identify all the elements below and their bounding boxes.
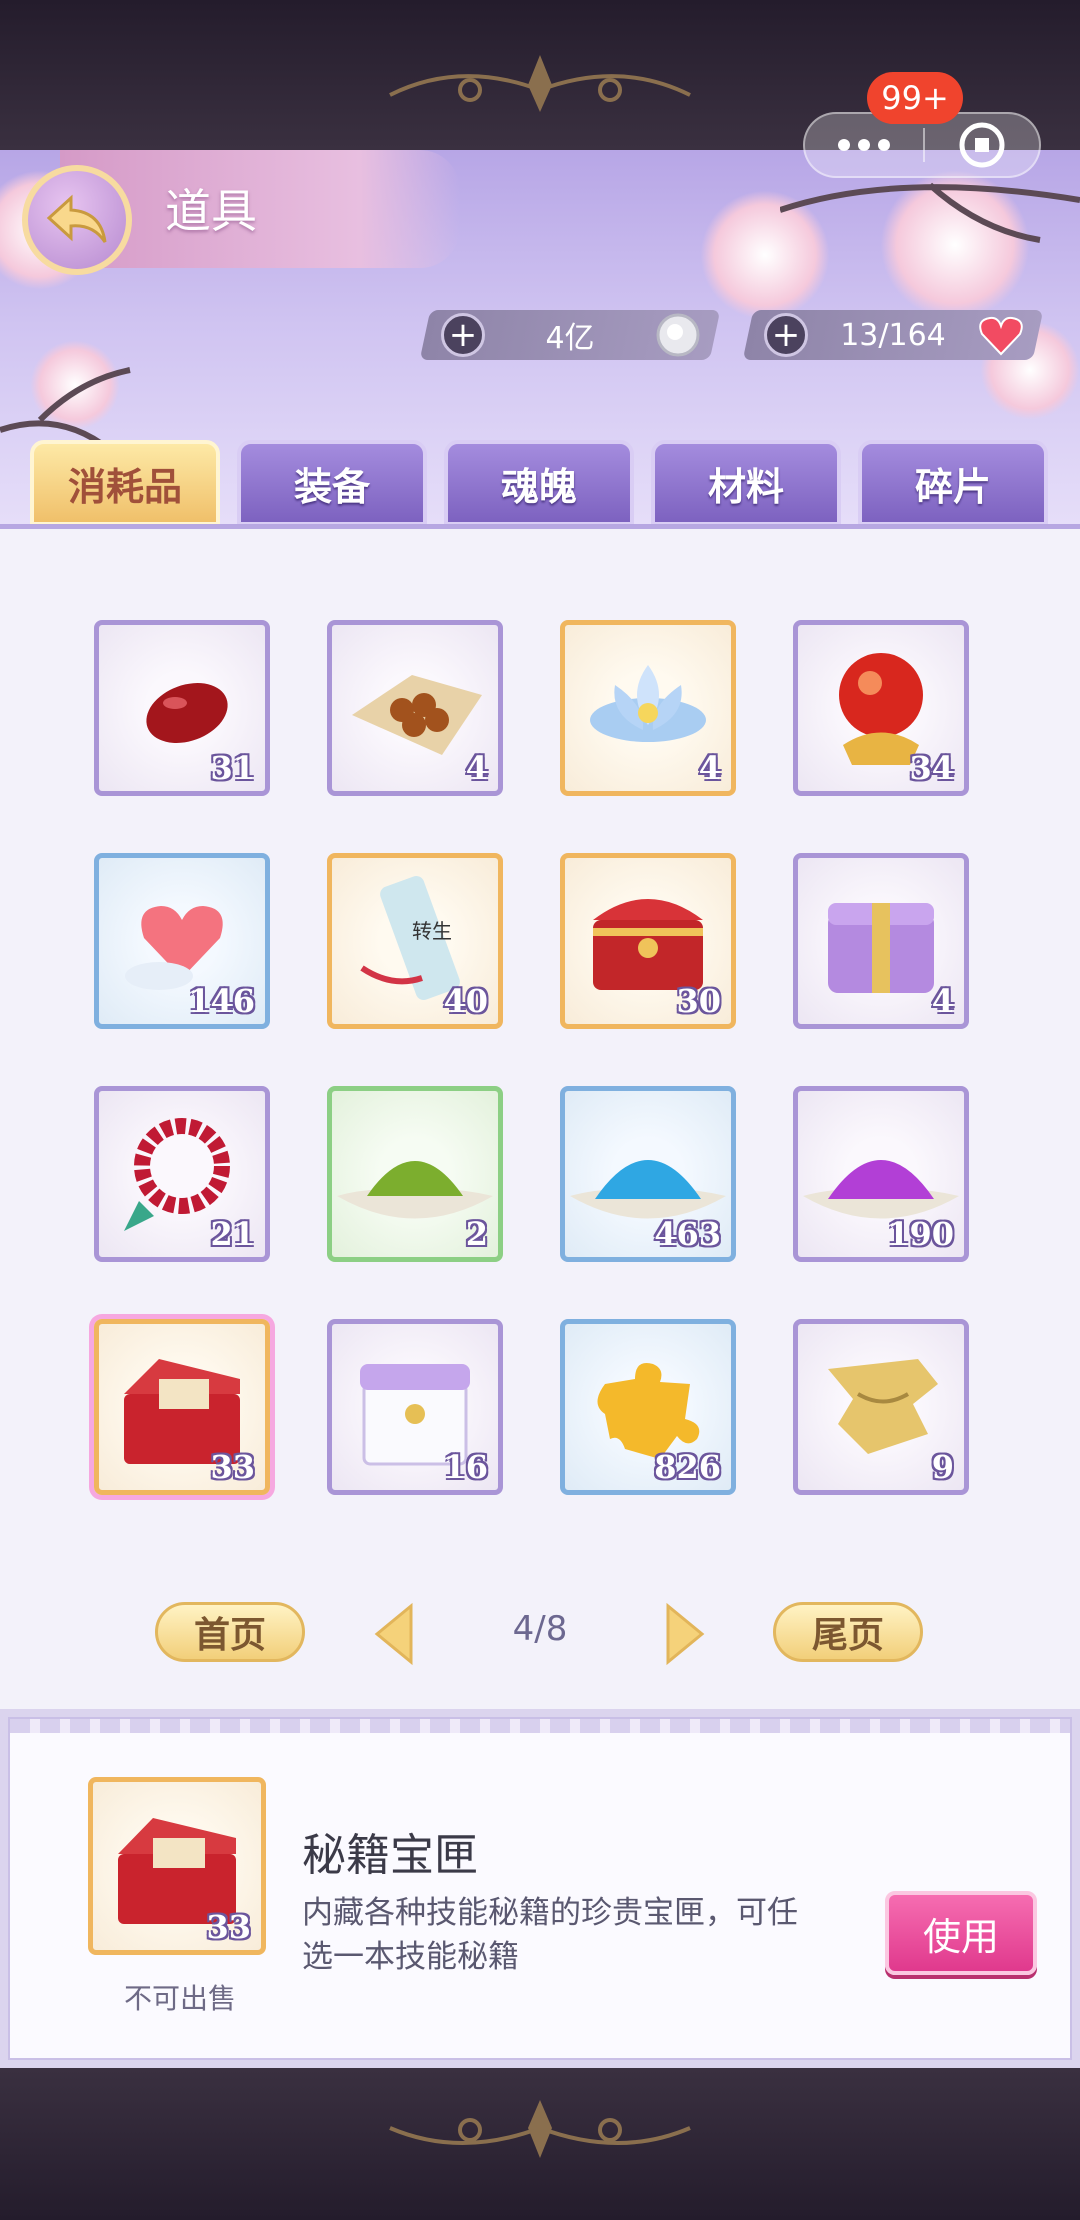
item-slot[interactable]: 31: [94, 620, 270, 796]
item-slot[interactable]: 4: [560, 620, 736, 796]
item-count: 33: [210, 1448, 255, 1486]
tab-fragments[interactable]: 碎片: [858, 440, 1048, 526]
inventory-screen: 道具 + 4亿 + 13/164 99+ 消耗品 装备 魂魄 材料 碎片 31 …: [0, 0, 1080, 2220]
item-slot-selected[interactable]: 33: [94, 1319, 270, 1495]
item-count: 40: [443, 982, 488, 1020]
silver-currency: + 4亿: [419, 310, 721, 360]
item-slot[interactable]: 转生 40: [327, 853, 503, 1029]
fret-border: [10, 1719, 1070, 1733]
tab-equipment[interactable]: 装备: [237, 440, 427, 526]
item-count: 30: [676, 982, 721, 1020]
detail-item-count: 33: [206, 1908, 251, 1946]
item-count: 34: [909, 749, 954, 787]
item-count: 146: [188, 982, 255, 1020]
tab-consumables[interactable]: 消耗品: [30, 440, 220, 526]
item-count: 21: [210, 1215, 255, 1253]
heart-icon: [979, 316, 1023, 356]
item-name: 秘籍宝匣: [302, 1830, 478, 1881]
exit-icon: [959, 122, 1005, 168]
use-button[interactable]: 使用: [885, 1891, 1037, 1975]
silver-coin-icon: [656, 313, 700, 357]
item-slot[interactable]: 190: [793, 1086, 969, 1262]
page-title: 道具: [165, 184, 257, 238]
item-slot[interactable]: 9: [793, 1319, 969, 1495]
item-slot[interactable]: 34: [793, 620, 969, 796]
first-page-button[interactable]: 首页: [155, 1602, 305, 1662]
back-arrow-icon: [46, 194, 107, 243]
tab-souls[interactable]: 魂魄: [444, 440, 634, 526]
add-silver-button[interactable]: +: [441, 313, 485, 357]
next-page-icon[interactable]: [664, 1602, 706, 1666]
item-slot[interactable]: 463: [560, 1086, 736, 1262]
item-slot[interactable]: 826: [560, 1319, 736, 1495]
item-count: 31: [210, 749, 255, 787]
sell-status: 不可出售: [123, 1982, 236, 2015]
item-slot[interactable]: 146: [94, 853, 270, 1029]
item-slot[interactable]: 21: [94, 1086, 270, 1262]
item-count: 4: [465, 749, 488, 787]
item-detail-panel: 33 不可出售 秘籍宝匣 内藏各种技能秘籍的珍贵宝匣，可任选一本技能秘籍 使用: [0, 1709, 1080, 2068]
bottom-decor-bar: [0, 2068, 1080, 2220]
item-count: 4: [698, 749, 721, 787]
item-description: 内藏各种技能秘籍的珍贵宝匣，可任选一本技能秘籍: [302, 1895, 798, 1975]
item-count: 16: [443, 1448, 488, 1486]
ornament-icon: [389, 55, 691, 112]
last-page-button[interactable]: 尾页: [773, 1602, 923, 1662]
tab-materials[interactable]: 材料: [651, 440, 841, 526]
item-count: 826: [654, 1448, 721, 1486]
item-count: 463: [654, 1215, 721, 1253]
stamina-currency: + 13/164: [742, 310, 1044, 360]
add-stamina-button[interactable]: +: [764, 313, 808, 357]
svg-text:转生: 转生: [412, 919, 452, 943]
item-count: 2: [465, 1215, 488, 1253]
item-slot[interactable]: 4: [327, 620, 503, 796]
item-slot[interactable]: 30: [560, 853, 736, 1029]
page-indicator: 4/8: [512, 1609, 568, 1649]
back-button[interactable]: [22, 165, 132, 275]
stamina-amount: 13/164: [840, 317, 946, 353]
ornament-icon: [389, 2100, 691, 2158]
silver-amount: 4亿: [545, 321, 595, 356]
detail-item-slot: 33: [88, 1777, 266, 1955]
item-slot[interactable]: 16: [327, 1319, 503, 1495]
item-count: 190: [887, 1215, 954, 1253]
item-count: 9: [931, 1448, 954, 1486]
item-slot[interactable]: 2: [327, 1086, 503, 1262]
notification-badge: 99+: [867, 72, 963, 124]
item-grid: 31 4 4 34 146 转生 40 30 4 21 2 463 190 33…: [0, 529, 1080, 1709]
prev-page-icon[interactable]: [373, 1602, 415, 1666]
item-count: 4: [931, 982, 954, 1020]
category-tabs: 消耗品 装备 魂魄 材料 碎片: [0, 440, 1080, 528]
item-slot[interactable]: 4: [793, 853, 969, 1029]
